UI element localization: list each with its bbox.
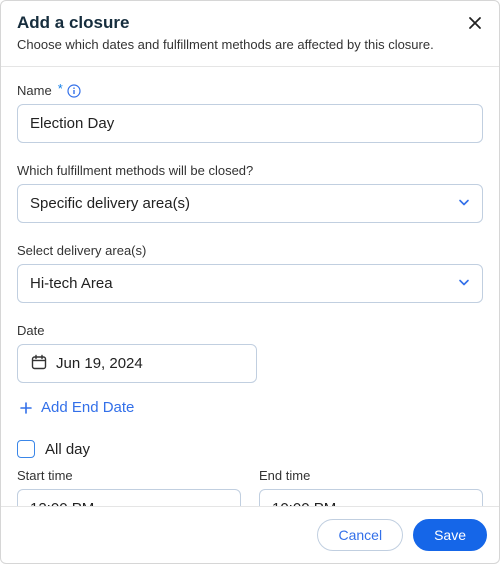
delivery-area-section: Select delivery area(s) Hi-tech Area	[17, 243, 483, 303]
add-end-date-label: Add End Date	[41, 399, 134, 416]
start-time-input[interactable]	[17, 489, 241, 506]
dialog-header: Add a closure Choose which dates and ful…	[1, 1, 499, 67]
end-time-label: End time	[259, 468, 483, 483]
add-end-date-button[interactable]: Add End Date	[17, 395, 136, 420]
time-row: Start time End time	[17, 468, 483, 506]
plus-icon	[19, 401, 33, 415]
save-button[interactable]: Save	[413, 519, 487, 551]
dialog-subtitle: Choose which dates and fulfillment metho…	[17, 37, 483, 52]
name-label: Name *	[17, 83, 483, 98]
name-section: Name *	[17, 83, 483, 143]
end-time-input[interactable]	[259, 489, 483, 506]
add-closure-dialog: Add a closure Choose which dates and ful…	[0, 0, 500, 564]
fulfillment-section: Which fulfillment methods will be closed…	[17, 163, 483, 223]
date-section: Date Jun 19, 2024 Add End Date	[17, 323, 483, 420]
name-label-text: Name	[17, 83, 52, 98]
close-button[interactable]	[463, 11, 487, 35]
date-value: Jun 19, 2024	[56, 355, 143, 372]
allday-checkbox[interactable]	[17, 440, 35, 458]
fulfillment-label: Which fulfillment methods will be closed…	[17, 163, 483, 178]
fulfillment-select[interactable]: Specific delivery area(s)	[17, 184, 483, 223]
date-label: Date	[17, 323, 483, 338]
end-time-col: End time	[259, 468, 483, 506]
delivery-area-value: Hi-tech Area	[17, 264, 483, 303]
info-icon[interactable]	[67, 84, 81, 98]
delivery-area-select[interactable]: Hi-tech Area	[17, 264, 483, 303]
dialog-footer: Cancel Save	[1, 506, 499, 563]
dialog-body: Name * Which fulfillment methods will be…	[1, 67, 499, 506]
required-asterisk: *	[58, 82, 63, 95]
cancel-button[interactable]: Cancel	[317, 519, 403, 551]
allday-label: All day	[45, 441, 90, 458]
close-icon	[467, 15, 483, 31]
fulfillment-value: Specific delivery area(s)	[17, 184, 483, 223]
start-time-label: Start time	[17, 468, 241, 483]
start-time-col: Start time	[17, 468, 241, 506]
delivery-area-label: Select delivery area(s)	[17, 243, 483, 258]
name-input[interactable]	[17, 104, 483, 143]
dialog-title: Add a closure	[17, 13, 483, 33]
allday-row: All day	[17, 440, 483, 458]
calendar-icon	[30, 353, 48, 374]
date-input[interactable]: Jun 19, 2024	[17, 344, 257, 383]
